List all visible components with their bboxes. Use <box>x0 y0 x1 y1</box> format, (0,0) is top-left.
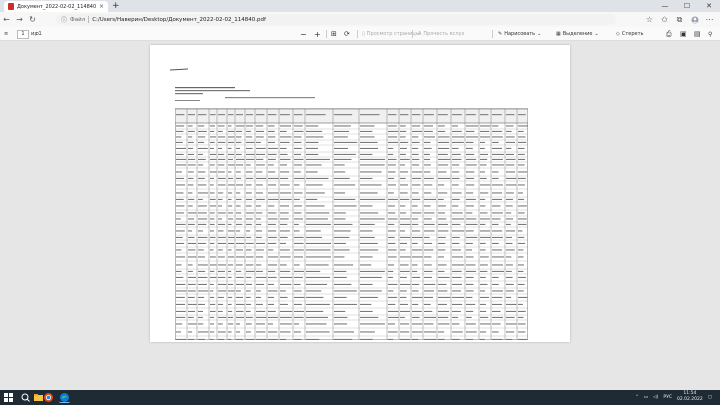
address-bar: ← → ↻ ⓘ Файл C:/Users/Наверин/Desktop/До… <box>0 12 720 27</box>
highlight-label: Выделение <box>562 31 593 37</box>
toolbar-divider <box>357 30 358 38</box>
info-icon[interactable]: ⓘ <box>61 15 67 24</box>
read-aloud-button[interactable]: A Прочесть вслух <box>418 29 464 39</box>
plus-icon: + <box>314 29 321 39</box>
favorite-star-icon[interactable]: ☆ <box>643 13 656 26</box>
language-indicator[interactable]: РУС <box>663 395 672 400</box>
scanned-table-image <box>175 87 528 340</box>
highlight-button[interactable]: ▦ Выделение ⌄ <box>556 29 599 39</box>
new-tab-button[interactable]: + <box>112 1 120 11</box>
edge-icon[interactable] <box>59 392 70 403</box>
highlighter-icon: ▦ <box>556 31 561 37</box>
toolbar-divider <box>492 30 493 38</box>
erase-button[interactable]: ◇ Стереть <box>616 29 643 39</box>
print-icon: ⎙ <box>666 29 672 38</box>
network-icon[interactable]: ▭ <box>644 395 648 400</box>
rotate-button[interactable]: ⟳ <box>344 29 350 39</box>
search-icon: ⌕ <box>35 29 40 38</box>
search-taskbar-icon[interactable] <box>20 392 31 403</box>
url-scheme-label: Файл <box>70 16 86 23</box>
toolbar-divider <box>326 30 327 38</box>
window-controls: — ☐ ✕ <box>654 0 720 12</box>
pen-icon: ✎ <box>498 31 503 37</box>
rotate-icon: ⟳ <box>344 30 350 38</box>
back-button[interactable]: ← <box>0 13 13 26</box>
pin-toolbar-button[interactable]: ⚲ <box>708 29 712 39</box>
browser-tab[interactable]: Документ_2022-02-02_114840.pdf × <box>4 1 108 12</box>
browser-tab-bar: Документ_2022-02-02_114840.pdf × + — ☐ ✕ <box>0 0 720 12</box>
up-arrow-icon[interactable]: ⌃ <box>635 395 639 400</box>
profile-avatar[interactable] <box>688 13 701 26</box>
document-viewer[interactable] <box>0 41 720 386</box>
draw-button[interactable]: ✎ Нарисовать ⌄ <box>498 29 541 39</box>
pdf-page <box>150 45 570 342</box>
url-text: C:/Users/Наверин/Desktop/Документ_2022-0… <box>92 16 266 23</box>
fit-page-button[interactable]: ⊞ <box>331 29 337 39</box>
notifications-icon[interactable]: ▢ <box>708 395 712 400</box>
chevron-down-icon[interactable]: ⌄ <box>537 31 541 37</box>
print-button[interactable]: ⎙ <box>666 29 672 39</box>
refresh-button[interactable]: ↻ <box>26 13 39 26</box>
close-window-button[interactable]: ✕ <box>698 0 720 12</box>
tab-close-button[interactable]: × <box>99 3 104 10</box>
draw-label: Нарисовать <box>504 31 536 37</box>
erase-label: Стереть <box>621 31 644 37</box>
save-as-button[interactable]: ▤ <box>694 29 701 39</box>
volume-icon[interactable]: ◁) <box>653 395 658 400</box>
collections-icon[interactable]: ⧉ <box>673 13 686 26</box>
toolbar-divider <box>412 30 413 38</box>
read-aloud-label: Прочесть вслух <box>423 31 465 37</box>
read-aloud-icon: A <box>418 31 422 37</box>
windows-start-icon[interactable] <box>4 393 13 402</box>
url-field[interactable]: ⓘ Файл C:/Users/Наверин/Desktop/Документ… <box>56 14 616 25</box>
contents-icon: ≡ <box>4 31 9 37</box>
zoom-out-button[interactable]: − <box>300 29 307 39</box>
scan-mark <box>169 68 189 71</box>
chrome-icon[interactable] <box>43 392 54 403</box>
taskbar: ⌃ ▭ ◁) РУС 11:54 02.02.2022 ▢ <box>0 390 720 405</box>
forward-button[interactable]: → <box>13 13 26 26</box>
system-tray: ⌃ ▭ ◁) РУС 11:54 02.02.2022 ▢ <box>635 391 712 403</box>
page-view-icon: ▯ <box>362 31 365 37</box>
favorites-icon[interactable]: ✩ <box>658 13 671 26</box>
more-menu-icon[interactable]: ⋯ <box>703 13 716 26</box>
minimize-button[interactable]: — <box>654 0 676 12</box>
chevron-down-icon[interactable]: ⌄ <box>595 31 599 37</box>
pin-icon: ⚲ <box>708 30 713 38</box>
contents-button[interactable]: ≡ <box>4 29 8 39</box>
pdf-toolbar: ≡ 1 из 1 ⌕ − + ⊞ ⟳ ▯ Просмотр страницы A… <box>0 27 720 41</box>
fit-page-icon: ⊞ <box>331 30 337 38</box>
eraser-icon: ◇ <box>616 31 620 37</box>
tab-title: Документ_2022-02-02_114840.pdf <box>17 3 96 10</box>
page-number-input[interactable]: 1 <box>17 29 29 39</box>
browser-actions: ☆ ✩ ⧉ ⋯ <box>643 13 716 26</box>
clock-date: 02.02.2022 <box>676 397 703 402</box>
clock[interactable]: 11:54 02.02.2022 <box>677 391 703 403</box>
minus-icon: − <box>300 29 307 39</box>
maximize-button[interactable]: ☐ <box>676 0 698 12</box>
search-button[interactable]: ⌕ <box>35 29 39 39</box>
pdf-icon <box>8 3 14 10</box>
save-button[interactable]: ▣ <box>680 29 687 39</box>
zoom-in-button[interactable]: + <box>314 29 321 39</box>
url-divider <box>88 16 90 23</box>
save-as-icon: ▤ <box>694 30 701 38</box>
save-icon: ▣ <box>680 30 687 38</box>
